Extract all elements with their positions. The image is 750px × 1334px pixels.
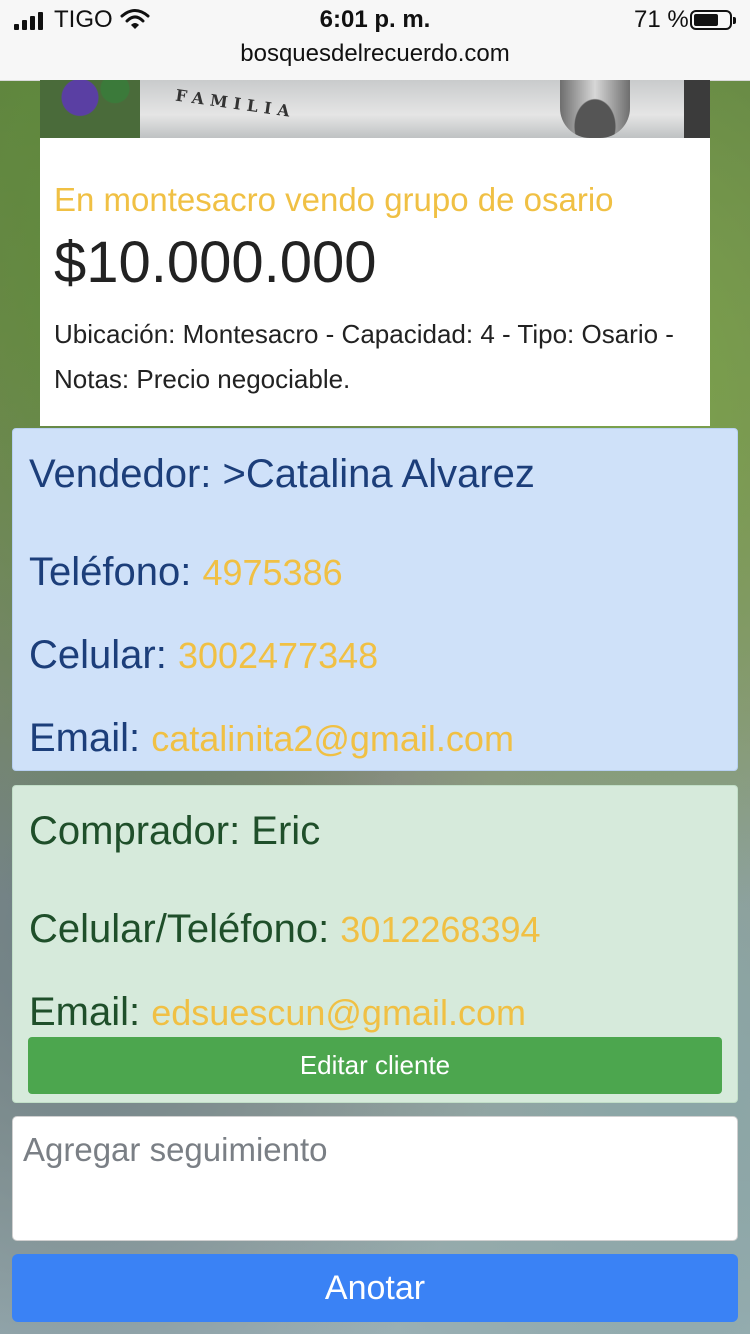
buyer-email-label: Email: xyxy=(29,990,152,1034)
listing-title: En montesacro vendo grupo de osario xyxy=(54,181,614,218)
status-bar: TIGO 6:01 p. m. 71 % bosquesdelrecuerdo.… xyxy=(0,0,750,81)
buyer-phone-label: Celular/Teléfono: xyxy=(29,907,341,951)
vase-image xyxy=(560,80,630,138)
photo-engraving: FAMILIA xyxy=(174,85,297,122)
buyer-panel: Comprador: Eric Celular/Teléfono: 301226… xyxy=(12,785,738,1103)
listing-card: En montesacro vendo grupo de osario $10.… xyxy=(40,138,710,426)
seller-name: Vendedor: >Catalina Alvarez xyxy=(29,452,535,496)
seller-email-row: Email: catalinita2@gmail.com xyxy=(29,697,721,780)
listing-photo: FAMILIA xyxy=(40,80,710,138)
seller-phone-label: Teléfono: xyxy=(29,550,203,594)
listing-description: Ubicación: Montesacro - Capacidad: 4 - T… xyxy=(54,319,674,394)
seller-mobile-link[interactable]: 3002477348 xyxy=(178,635,378,676)
buyer-name: Comprador: Eric xyxy=(29,809,321,853)
seller-email-label: Email: xyxy=(29,716,152,760)
followup-input[interactable] xyxy=(12,1116,738,1241)
seller-phone-link[interactable]: 4975386 xyxy=(202,552,342,593)
seller-email-link[interactable]: catalinita2@gmail.com xyxy=(151,718,514,759)
seller-mobile-label: Celular: xyxy=(29,633,178,677)
seller-mobile-row: Celular: 3002477348 xyxy=(29,614,721,697)
buyer-phone-row: Celular/Teléfono: 3012268394 xyxy=(29,888,721,971)
edit-client-button[interactable]: Editar cliente xyxy=(28,1037,722,1094)
seller-phone-row: Teléfono: 4975386 xyxy=(29,531,721,614)
address-bar-url[interactable]: bosquesdelrecuerdo.com xyxy=(0,40,750,68)
buyer-email-link[interactable]: edsuescun@gmail.com xyxy=(151,992,526,1033)
battery-icon xyxy=(690,10,736,30)
seller-panel: Vendedor: >Catalina Alvarez Teléfono: 49… xyxy=(12,428,738,771)
flowers-image xyxy=(40,80,140,138)
battery-percent: 71 % xyxy=(634,6,689,33)
listing-price: $10.000.000 xyxy=(54,230,377,295)
buyer-phone-link[interactable]: 3012268394 xyxy=(340,909,540,950)
submit-note-button[interactable]: Anotar xyxy=(12,1254,738,1322)
